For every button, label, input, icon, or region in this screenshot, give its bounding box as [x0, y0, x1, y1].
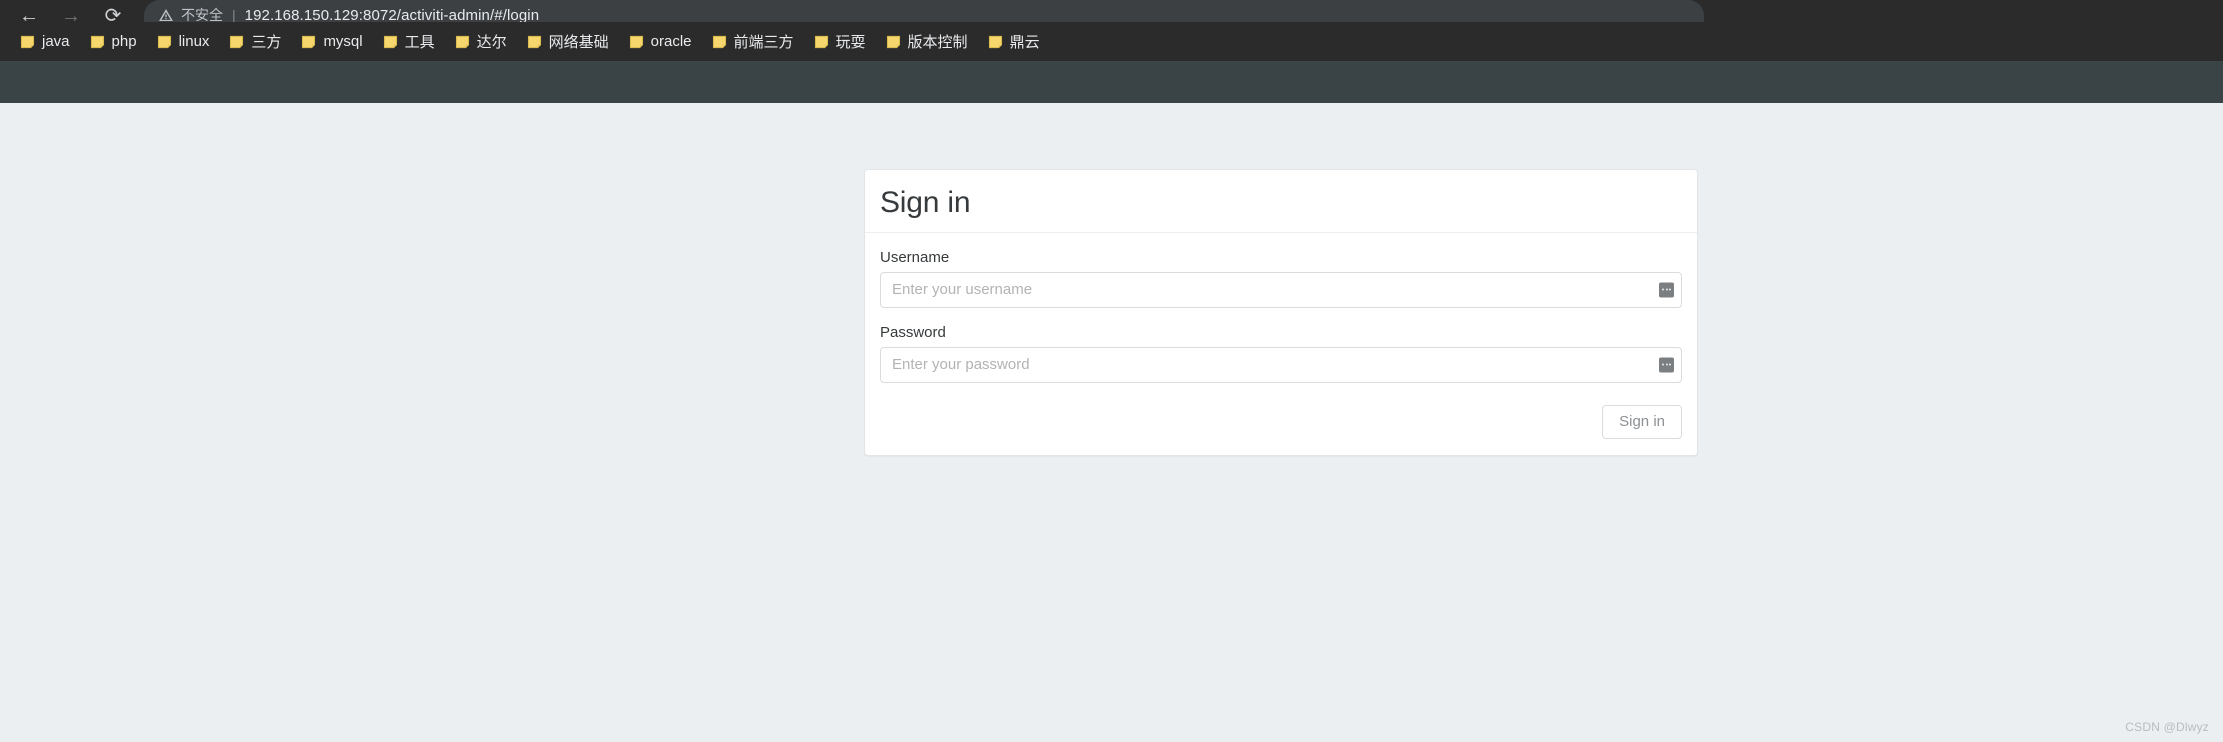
- folder-icon: [157, 35, 171, 48]
- folder-icon: [814, 35, 828, 48]
- bookmark-label: 达尔: [476, 34, 507, 51]
- navigation-buttons: ← → ⟳: [10, 0, 124, 22]
- bookmark-label: oracle: [650, 33, 692, 50]
- password-input[interactable]: [880, 346, 1682, 383]
- username-field-group: Username: [880, 249, 1682, 308]
- password-input-wrap: [880, 346, 1682, 383]
- omnibox-divider: |: [232, 7, 236, 22]
- folder-icon: [383, 35, 397, 48]
- forward-icon[interactable]: →: [60, 5, 82, 22]
- back-icon[interactable]: ←: [18, 5, 40, 22]
- bookmark-item[interactable]: mysql: [293, 29, 374, 54]
- bookmark-item[interactable]: 网络基础: [519, 27, 621, 56]
- bookmark-item[interactable]: 鼎云: [980, 27, 1052, 56]
- folder-icon: [527, 35, 541, 48]
- username-input[interactable]: [880, 271, 1682, 308]
- card-body: Username Password Sign in: [865, 233, 1697, 455]
- bookmark-item[interactable]: 版本控制: [878, 27, 980, 56]
- folder-icon: [302, 35, 316, 48]
- bookmark-item[interactable]: linux: [149, 29, 222, 54]
- autofill-icon[interactable]: [1659, 282, 1674, 297]
- bookmark-label: php: [111, 33, 137, 50]
- password-field-group: Password: [880, 324, 1682, 383]
- folder-icon: [20, 35, 35, 48]
- bookmark-item[interactable]: 前端三方: [704, 27, 806, 56]
- signin-button[interactable]: Sign in: [1602, 404, 1682, 439]
- bookmark-item[interactable]: java: [12, 29, 82, 54]
- browser-toolbar: ← → ⟳ 不安全 | 192.168.150.129:8072/activit…: [0, 0, 2223, 22]
- bookmark-item[interactable]: 玩耍: [806, 27, 878, 56]
- card-header: Sign in: [865, 170, 1697, 233]
- url-host: 192.168.150.129: [244, 6, 359, 23]
- username-input-wrap: [880, 271, 1682, 308]
- bookmark-label: 版本控制: [907, 34, 968, 51]
- folder-icon: [629, 35, 643, 48]
- reload-icon[interactable]: ⟳: [102, 5, 124, 22]
- bookmark-label: 工具: [404, 34, 435, 51]
- bookmark-item[interactable]: 达尔: [447, 27, 519, 56]
- autofill-icon[interactable]: [1659, 357, 1674, 372]
- address-bar[interactable]: 不安全 | 192.168.150.129:8072/activiti-admi…: [144, 0, 1704, 22]
- warning-triangle-icon: [159, 9, 173, 21]
- bookmark-label: 玩耍: [835, 34, 866, 51]
- folder-icon: [712, 35, 726, 48]
- page-title: Sign in: [880, 186, 971, 219]
- app-header-bar: [0, 62, 2223, 103]
- security-status-text: 不安全: [181, 7, 223, 22]
- bookmark-item[interactable]: 工具: [375, 27, 447, 56]
- bookmarks-bar: java php linux 三方 mysql 工具 达尔 网络基础 oracl…: [0, 22, 2223, 62]
- folder-icon: [455, 35, 469, 48]
- card-actions: Sign in: [880, 399, 1682, 443]
- bookmark-label: 网络基础: [548, 34, 609, 51]
- page-content: Sign in Username Password: [0, 103, 2223, 742]
- bookmark-label: linux: [178, 33, 210, 50]
- bookmark-item[interactable]: php: [82, 29, 149, 54]
- folder-icon: [90, 35, 104, 48]
- signin-card: Sign in Username Password: [864, 169, 1698, 456]
- password-label: Password: [880, 323, 946, 341]
- watermark: CSDN @Dlwyz: [2125, 720, 2209, 734]
- bookmark-label: java: [42, 33, 70, 50]
- folder-icon: [230, 35, 244, 48]
- bookmark-label: 前端三方: [733, 34, 794, 51]
- username-label: Username: [880, 248, 950, 266]
- bookmark-label: mysql: [323, 33, 363, 50]
- bookmark-item[interactable]: 三方: [221, 27, 293, 56]
- folder-icon: [988, 35, 1002, 48]
- bookmark-label: 鼎云: [1009, 34, 1040, 51]
- url-path: :8072/activiti-admin/#/login: [358, 6, 540, 23]
- folder-icon: [886, 35, 900, 48]
- browser-chrome: ← → ⟳ 不安全 | 192.168.150.129:8072/activit…: [0, 0, 2223, 62]
- bookmark-item[interactable]: oracle: [621, 29, 704, 54]
- bookmark-label: 三方: [251, 34, 282, 51]
